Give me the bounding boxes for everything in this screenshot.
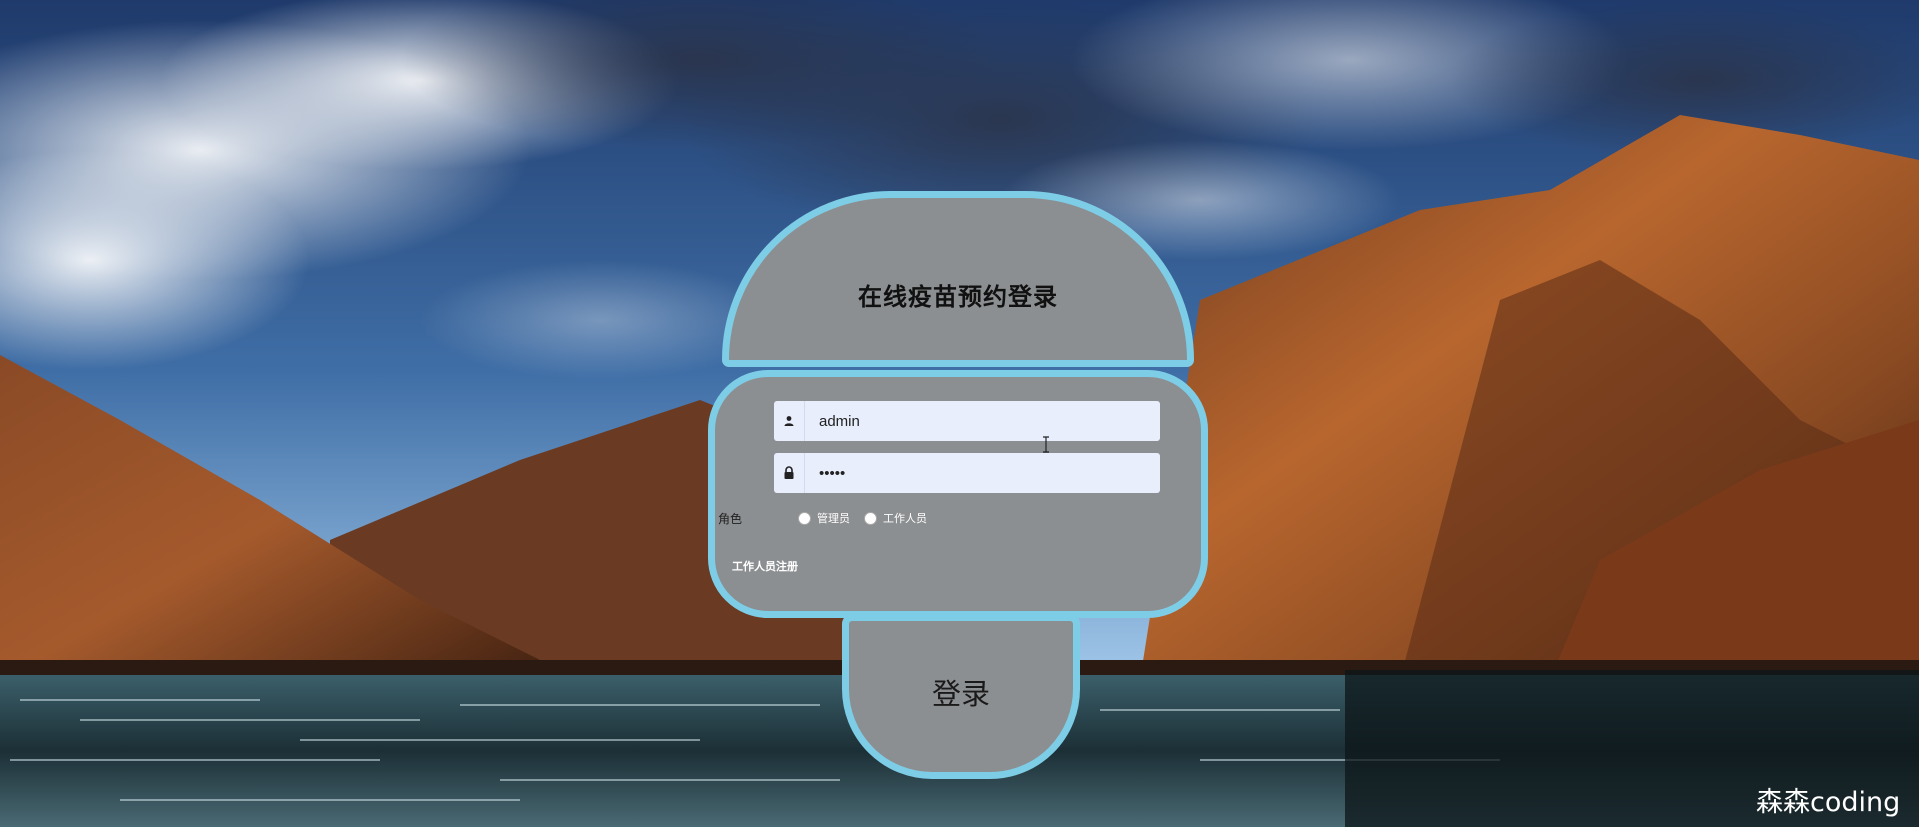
login-form-card: admin ••••• 角色 管理员 工作人员 工作人员注册	[708, 370, 1208, 618]
username-value: admin	[819, 412, 860, 430]
password-input[interactable]: •••••	[774, 453, 1160, 493]
username-input[interactable]: admin	[774, 401, 1160, 453]
role-option-staff-label[interactable]: 工作人员	[883, 510, 927, 526]
role-radio-admin[interactable]	[798, 511, 811, 525]
login-title: 在线疫苗预约登录	[858, 282, 1058, 311]
role-option-admin-label[interactable]: 管理员	[817, 510, 850, 526]
password-value: •••••	[819, 464, 846, 482]
role-radio-staff[interactable]	[864, 511, 877, 525]
lock-icon	[774, 453, 805, 493]
staff-register-link[interactable]: 工作人员注册	[732, 558, 798, 574]
role-label: 角色	[718, 511, 743, 526]
user-icon	[774, 401, 805, 441]
text-cursor-icon	[1043, 436, 1049, 453]
login-button[interactable]: 登录	[842, 614, 1080, 779]
watermark-text: 森森coding	[1756, 787, 1901, 818]
role-selector: 角色 管理员 工作人员	[718, 508, 1018, 528]
login-button-label: 登录	[931, 676, 990, 711]
